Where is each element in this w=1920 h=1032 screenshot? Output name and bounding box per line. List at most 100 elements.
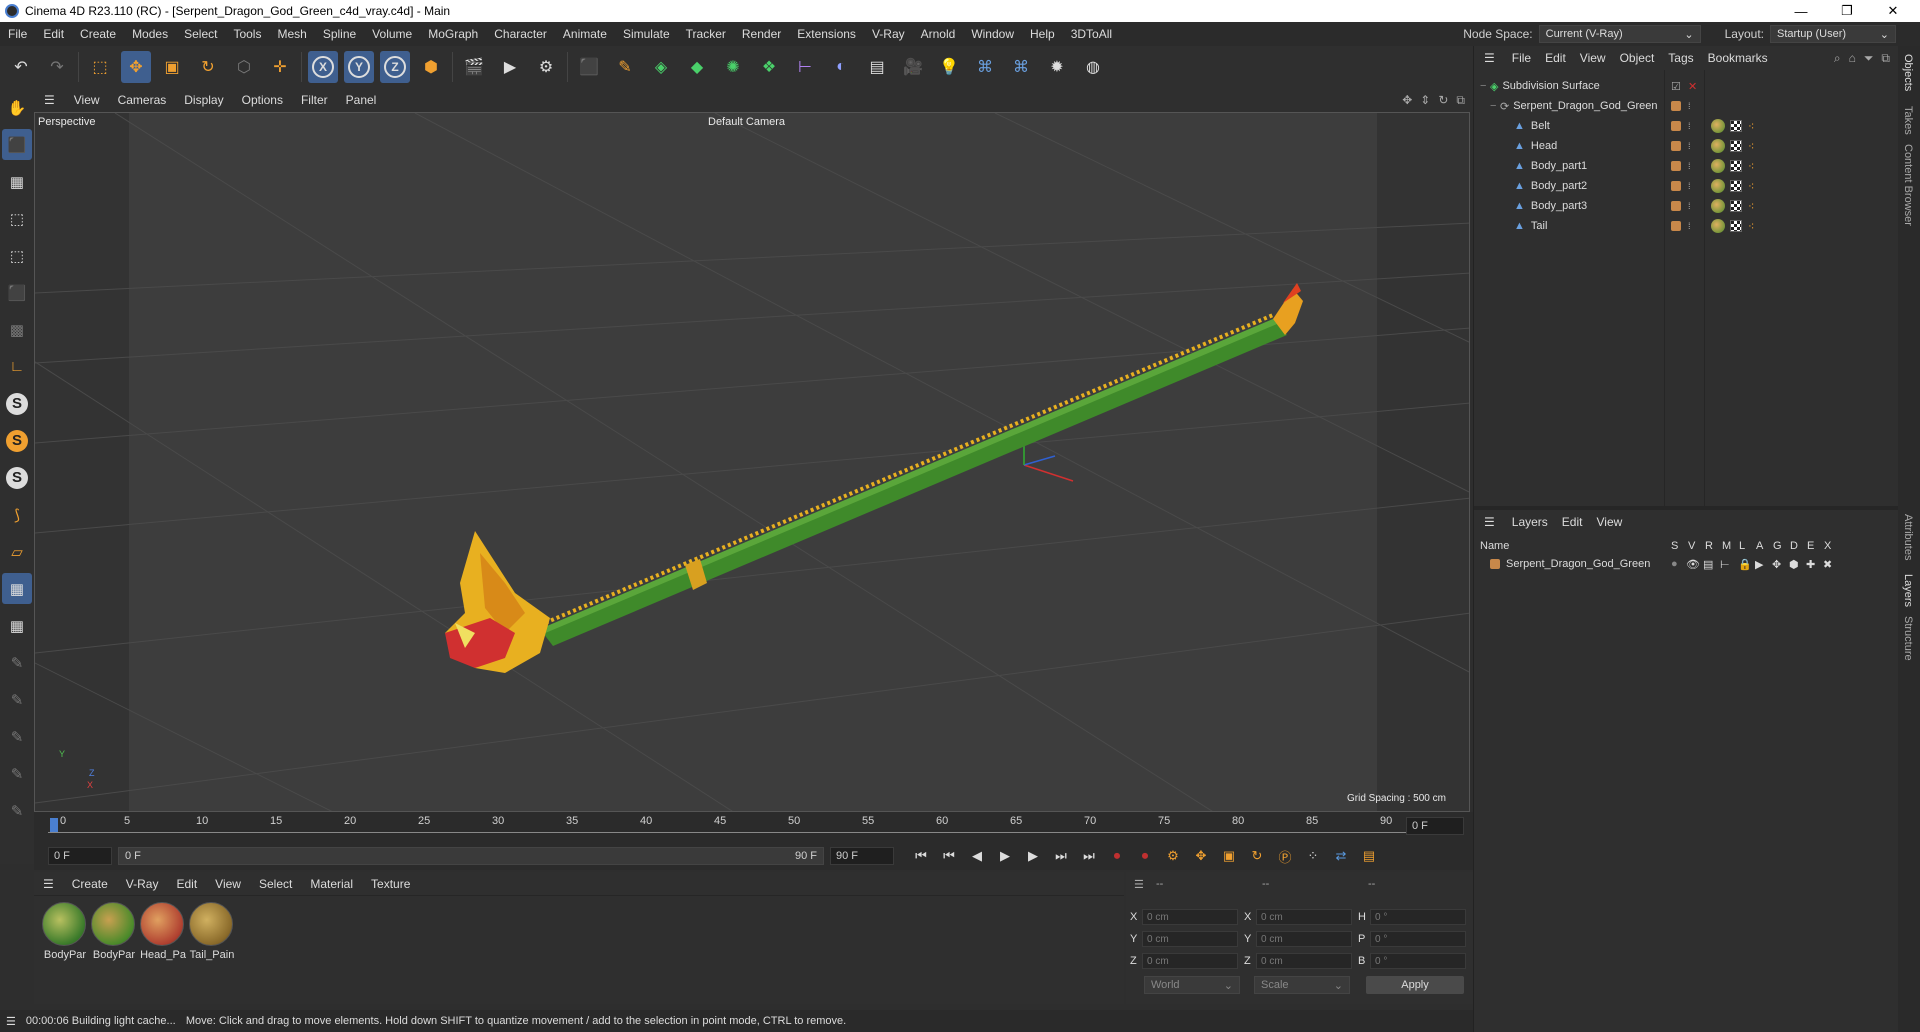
menu-animate[interactable]: Animate	[555, 27, 615, 41]
material-menu-edit[interactable]: Edit	[167, 877, 206, 891]
material-tag-icon[interactable]	[1711, 199, 1725, 213]
viewport-menu-cameras[interactable]: Cameras	[109, 93, 176, 107]
uvw-tag-icon[interactable]	[1730, 180, 1742, 192]
visibility-dots-icon[interactable]: ⁞	[1688, 221, 1691, 231]
coordinate-system-icon[interactable]: ⬢	[416, 51, 446, 83]
manager-icon[interactable]: ⊢	[1720, 558, 1730, 571]
coordinate-mode-dropdown[interactable]: World ⌄	[1144, 976, 1240, 994]
undo-icon[interactable]: ↶	[6, 51, 36, 83]
key-rotation-icon[interactable]: ↻	[1246, 845, 1268, 867]
menu-mesh[interactable]: Mesh	[269, 27, 314, 41]
expand-icon[interactable]: −	[1480, 80, 1490, 92]
subdivision-surface-icon[interactable]: ◈	[646, 51, 676, 83]
generator-icon[interactable]: ✥	[1772, 558, 1781, 571]
current-frame-field[interactable]: 0 F	[1406, 817, 1464, 835]
solo-dot-icon[interactable]: ●	[1671, 558, 1678, 570]
vray-tag-icon[interactable]: ⁖	[1748, 140, 1754, 153]
brush-r-icon[interactable]: ✎	[2, 721, 32, 752]
render-clapper-icon[interactable]: ▤	[1703, 558, 1713, 571]
tab-content-browser[interactable]: Content Browser	[1902, 144, 1914, 226]
visibility-dots-icon[interactable]: ⁞	[1688, 121, 1691, 131]
layer-color-icon[interactable]	[1490, 559, 1500, 569]
material-tag-icon[interactable]	[1711, 159, 1725, 173]
hamburger-menu-icon[interactable]: ☰	[6, 1015, 16, 1028]
autokey-icon[interactable]: ⏺	[1134, 845, 1156, 867]
hamburger-menu-icon[interactable]: ☰	[1474, 51, 1505, 65]
menu-tools[interactable]: Tools	[225, 27, 269, 41]
pen-spline-icon[interactable]: ✎	[610, 51, 640, 83]
rot-p-field[interactable]: 0 °	[1370, 931, 1466, 947]
go-to-start-icon[interactable]: ⏮	[910, 845, 932, 867]
viewport-maximize-icon[interactable]: ⧉	[1456, 93, 1465, 108]
size-mode-dropdown[interactable]: Scale ⌄	[1254, 976, 1350, 994]
menu-create[interactable]: Create	[72, 27, 124, 41]
texture-mode-icon[interactable]: ▦	[2, 166, 32, 197]
workplane-icon[interactable]: ▱	[2, 536, 32, 567]
tab-takes[interactable]: Takes	[1902, 106, 1914, 135]
frame-range-slider[interactable]: 0 F 90 F	[118, 847, 824, 865]
size-z-field[interactable]: 0 cm	[1256, 953, 1352, 969]
uvw-tag-icon[interactable]	[1730, 220, 1742, 232]
camera-icon[interactable]: 🎥	[898, 51, 928, 83]
recent-tools-icon[interactable]: ⬡	[229, 51, 259, 83]
axis-mode-icon[interactable]: ∟	[2, 351, 32, 382]
size-y-field[interactable]: 0 cm	[1256, 931, 1352, 947]
viewport-menu-display[interactable]: Display	[175, 93, 232, 107]
motion-system-icon[interactable]: ⇄	[1330, 845, 1352, 867]
locked-workplane-icon[interactable]: ▦	[2, 610, 32, 641]
rot-h-field[interactable]: 0 °	[1370, 909, 1466, 925]
layer-row[interactable]: Serpent_Dragon_God_Green ● 👁 ▤ ⊢ 🔒 ▶ ✥ ⬢…	[1474, 554, 1899, 574]
expression-icon[interactable]: ✚	[1806, 558, 1815, 571]
record-icon[interactable]: ⏺	[1106, 845, 1128, 867]
objects-menu-object[interactable]: Object	[1613, 51, 1662, 65]
material-tag-icon[interactable]	[1711, 179, 1725, 193]
menu-volume[interactable]: Volume	[364, 27, 420, 41]
material-swatch[interactable]: BodyPar	[42, 902, 88, 961]
material-tag-icon[interactable]	[1711, 219, 1725, 233]
visibility-dots-icon[interactable]: ⁞	[1688, 161, 1691, 171]
light-icon[interactable]: 💡	[934, 51, 964, 83]
objects-menu-view[interactable]: View	[1573, 51, 1613, 65]
key-pla-icon[interactable]: ⁘	[1302, 845, 1324, 867]
visibility-dots-icon[interactable]: ⁞	[1688, 201, 1691, 211]
layer-color-icon[interactable]	[1671, 161, 1681, 171]
vray-settings-icon[interactable]: ✹	[1042, 51, 1072, 83]
menu-modes[interactable]: Modes	[124, 27, 176, 41]
z-axis-lock-button[interactable]: Z	[380, 51, 410, 83]
objects-menu-edit[interactable]: Edit	[1538, 51, 1573, 65]
menu-render[interactable]: Render	[734, 27, 789, 41]
polygons-mode-icon[interactable]: ⬛	[2, 277, 32, 308]
material-swatch[interactable]: Tail_Pain	[189, 902, 235, 961]
layer-color-icon[interactable]	[1671, 121, 1681, 131]
scale-tool-icon[interactable]: ▣	[157, 51, 187, 83]
close-button[interactable]: ✕	[1870, 0, 1916, 22]
menu-edit[interactable]: Edit	[35, 27, 72, 41]
object-row[interactable]: ▲ Head ⁞ ⁖	[1474, 136, 1899, 156]
move-tool-icon[interactable]: ✥	[121, 51, 151, 83]
object-row[interactable]: ▲ Tail ⁞ ⁖	[1474, 216, 1899, 236]
previous-key-icon[interactable]: ⏮	[938, 845, 960, 867]
key-scale-icon[interactable]: ▣	[1218, 845, 1240, 867]
material-menu-view[interactable]: View	[206, 877, 250, 891]
floor-icon[interactable]: ▤	[862, 51, 892, 83]
perspective-viewport[interactable]: Perspective Default Camera Grid Spacing …	[34, 112, 1470, 812]
material-swatch[interactable]: Head_Pa	[140, 902, 186, 961]
mograph-fracture-icon[interactable]: ❖	[754, 51, 784, 83]
menu-file[interactable]: File	[0, 27, 35, 41]
pos-x-field[interactable]: 0 cm	[1142, 909, 1238, 925]
edges-mode-icon[interactable]: ⬚	[2, 240, 32, 271]
next-frame-icon[interactable]: ▶	[1022, 845, 1044, 867]
y-axis-lock-button[interactable]: Y	[344, 51, 374, 83]
new-window-icon[interactable]: ⧉	[1881, 51, 1890, 66]
material-menu-select[interactable]: Select	[250, 877, 301, 891]
maximize-button[interactable]: ❐	[1824, 0, 1870, 22]
keyframe-selection-icon[interactable]: ⚙	[1162, 845, 1184, 867]
layer-color-icon[interactable]	[1671, 201, 1681, 211]
menu-character[interactable]: Character	[486, 27, 555, 41]
viewport-pan-icon[interactable]: ✥	[1402, 93, 1412, 108]
camera-name-label[interactable]: Default Camera	[708, 116, 785, 128]
menu-vray[interactable]: V-Ray	[864, 27, 913, 41]
material-tag-icon[interactable]	[1711, 139, 1725, 153]
layer-color-icon[interactable]	[1671, 221, 1681, 231]
rot-b-field[interactable]: 0 °	[1370, 953, 1466, 969]
